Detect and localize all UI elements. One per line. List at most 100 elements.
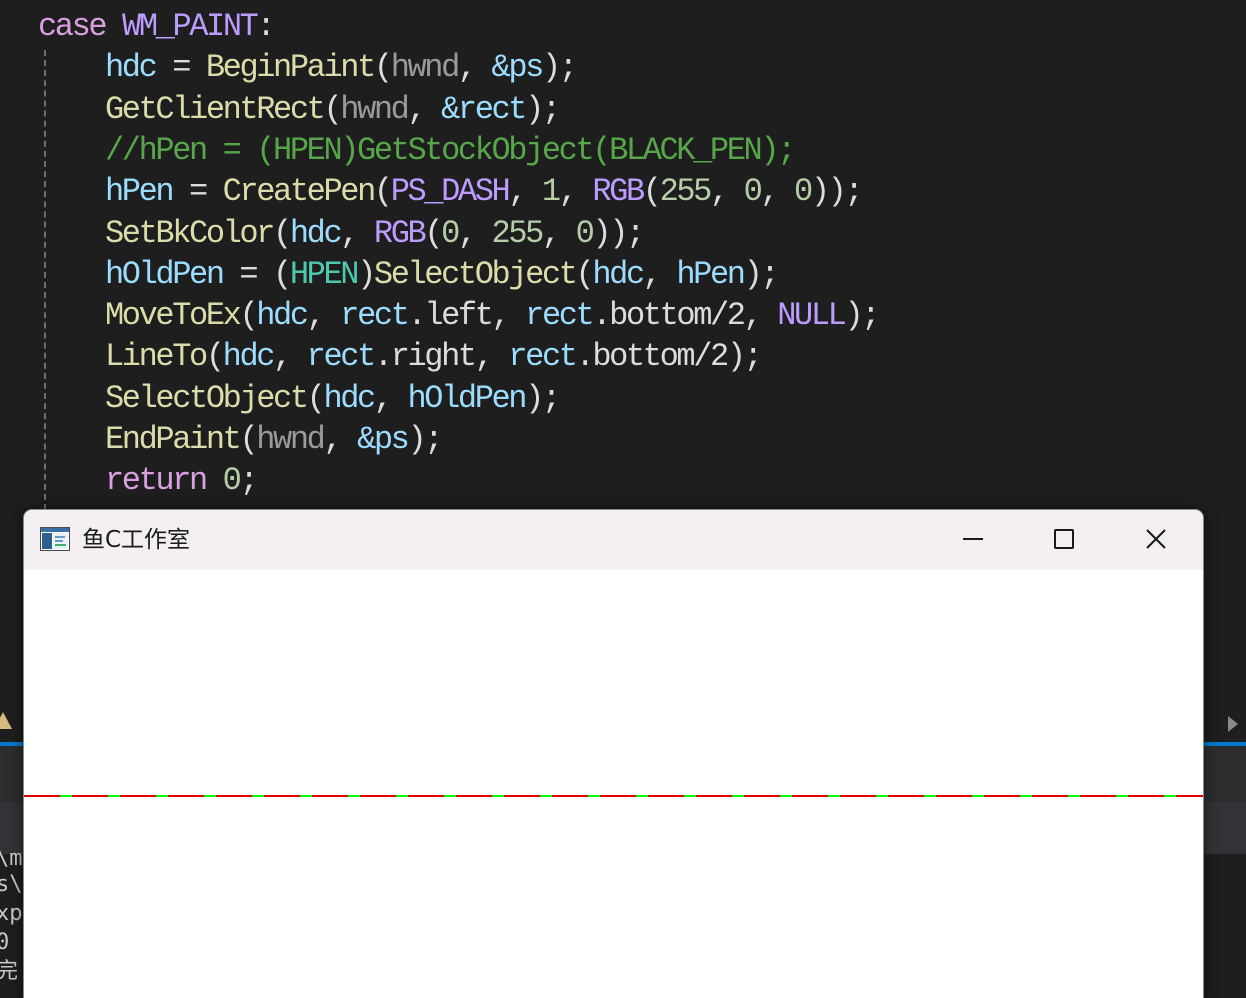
code-token: );: [844, 297, 880, 335]
code-token: CreatePen: [222, 173, 377, 211]
code-token: ));: [592, 214, 645, 252]
code-token: ,: [710, 173, 744, 211]
code-token: 0: [575, 214, 595, 252]
code-token: ,: [340, 214, 374, 252]
maximize-icon: [1054, 529, 1074, 549]
code-token: (: [575, 255, 595, 293]
code-token: SelectObject: [373, 255, 578, 293]
code-line: case WM_PAINT:: [38, 6, 276, 47]
code-token: );: [525, 90, 561, 128]
output-line: 完: [0, 959, 19, 984]
code-token: hOldPen: [407, 379, 527, 417]
code-token: SelectObject: [105, 379, 309, 417]
code-token: .: [407, 297, 427, 335]
code-token: MoveToEx: [105, 297, 242, 335]
code-token: hOldPen: [105, 255, 225, 293]
window-titlebar[interactable]: 鱼C工作室: [24, 510, 1203, 570]
code-token: (: [373, 173, 393, 211]
code-token: hdc: [289, 214, 343, 252]
minimize-button[interactable]: [926, 510, 1018, 568]
app-window[interactable]: 鱼C工作室: [23, 509, 1204, 998]
code-token: );: [407, 421, 444, 458]
code-token: LineTo: [105, 338, 208, 376]
code-token: 1: [541, 173, 561, 211]
scroll-right-icon[interactable]: [1228, 716, 1238, 732]
output-line: \m: [0, 846, 23, 871]
code-token: 0: [743, 173, 763, 211]
code-token: );: [726, 338, 763, 376]
code-token: 0: [222, 462, 242, 500]
code-line: hPen = CreatePen(PS_DASH, 1, RGB(255, 0,…: [38, 171, 864, 212]
code-line: SetBkColor(hdc, RGB(0, 255, 0));: [38, 213, 645, 254]
code-token: =: [155, 49, 206, 87]
code-token: (: [306, 379, 326, 417]
minimize-icon: [963, 538, 983, 540]
code-token: &ps: [357, 421, 410, 458]
code-token: rect: [306, 338, 377, 376]
code-token: ,: [491, 297, 526, 335]
code-token: hdc: [222, 338, 276, 376]
code-token: :: [256, 8, 275, 45]
code-token: &rect: [441, 90, 527, 128]
code-token: hdc: [256, 297, 309, 335]
code-token: =: [172, 173, 223, 211]
dashed-red-line: [24, 795, 1203, 797]
code-token: SetBkColor: [105, 214, 275, 252]
code-token: =: [222, 255, 274, 293]
code-line: MoveToEx(hdc, rect.left, rect.bottom/2, …: [38, 295, 880, 336]
code-token: 255: [659, 173, 713, 211]
code-token: );: [743, 255, 780, 293]
code-token: .: [592, 297, 611, 335]
code-token: ,: [373, 379, 408, 417]
code-line: hdc = BeginPaint(hwnd, &ps);: [38, 47, 578, 88]
code-token: ,: [306, 297, 341, 335]
close-icon: [1146, 529, 1166, 549]
code-token: ;: [239, 462, 258, 500]
code-token: );: [541, 49, 578, 87]
close-button[interactable]: [1110, 510, 1202, 568]
code-token: return: [105, 462, 223, 500]
code-token: ,: [541, 214, 576, 252]
warning-icon[interactable]: [0, 712, 12, 729]
code-token: EndPaint: [105, 421, 242, 458]
code-line: //hPen = (HPEN)GetStockObject(BLACK_PEN)…: [38, 130, 796, 171]
code-token: case: [38, 8, 123, 45]
code-token: ,: [457, 49, 492, 87]
code-token: (: [373, 49, 393, 87]
code-token: hPen: [676, 255, 746, 293]
code-token: //hPen = (HPEN)GetStockObject(BLACK_PEN)…: [105, 131, 796, 169]
code-token: left: [424, 297, 494, 335]
code-token: NULL: [777, 297, 847, 335]
code-token: (: [424, 214, 443, 252]
code-token: (: [642, 173, 662, 211]
app-window-icon[interactable]: [40, 527, 70, 551]
code-token: WM_PAINT: [122, 8, 259, 45]
code-line: GetClientRect(hwnd, &rect);: [38, 89, 561, 130]
code-token: ,: [474, 338, 509, 376]
code-line: EndPaint(hwnd, &ps);: [38, 419, 444, 460]
code-token: 0: [441, 214, 460, 252]
code-token: PS_DASH: [390, 173, 511, 211]
code-token: );: [525, 379, 561, 417]
code-token: ));: [810, 173, 864, 211]
code-token: BeginPaint: [205, 49, 376, 87]
screen: case WM_PAINT: hdc = BeginPaint(hwnd, &ps…: [0, 0, 1246, 998]
code-line: hOldPen = (HPEN)SelectObject(hdc, hPen);: [38, 254, 780, 295]
code-token: &ps: [491, 49, 545, 87]
code-token: hwnd: [390, 49, 461, 87]
code-token: RGB: [592, 173, 645, 211]
code-token: (: [273, 255, 292, 293]
code-token: bottom/2: [609, 297, 746, 335]
code-token: rect: [508, 338, 578, 376]
code-token: ,: [760, 173, 795, 211]
window-client-area[interactable]: [24, 570, 1203, 998]
output-line: 0: [0, 930, 10, 955]
code-token: HPEN: [289, 255, 360, 293]
code-token: ,: [323, 421, 358, 458]
code-token: 255: [491, 214, 545, 252]
code-token: hdc: [105, 49, 158, 87]
code-line: LineTo(hdc, rect.right, rect.bottom/2);: [38, 336, 763, 377]
code-token: hwnd: [256, 421, 326, 458]
code-token: ,: [508, 173, 542, 211]
maximize-button[interactable]: [1018, 510, 1110, 568]
